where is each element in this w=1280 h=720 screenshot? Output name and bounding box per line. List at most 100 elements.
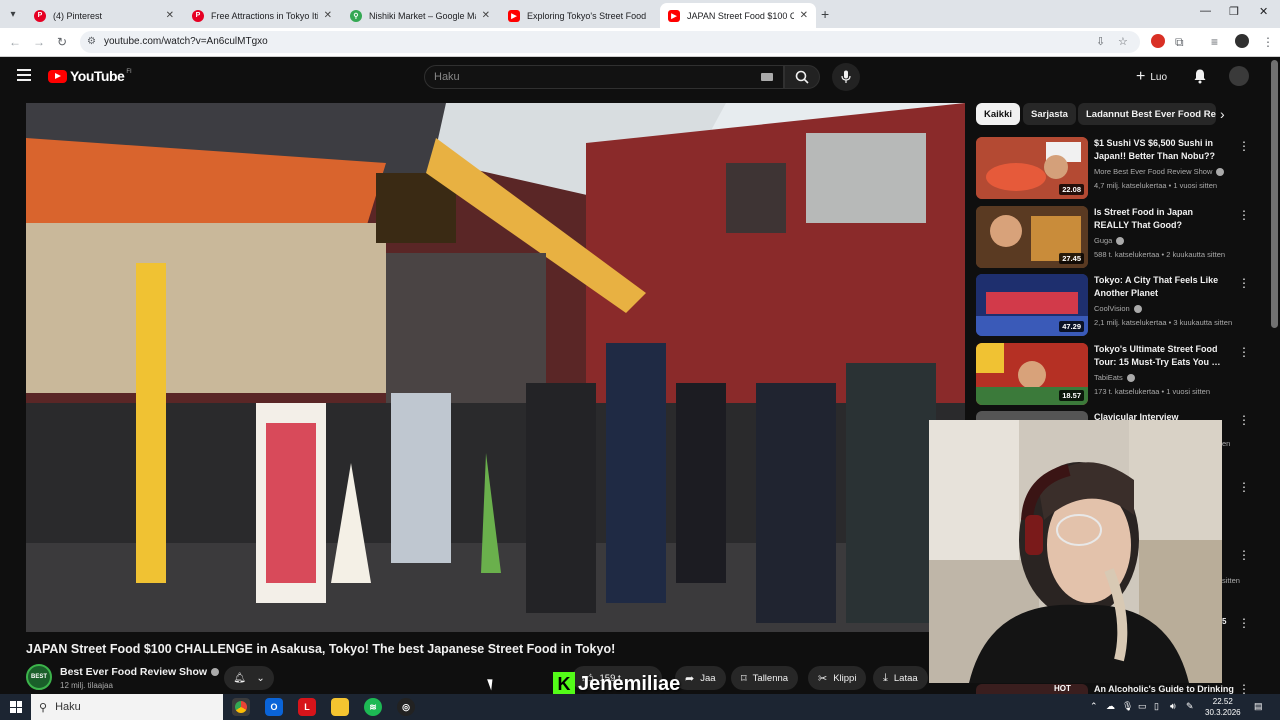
spotify-app-icon[interactable]: ≋ bbox=[364, 698, 382, 716]
save-label: Tallenna bbox=[752, 672, 789, 684]
notification-center-icon[interactable]: ▤ bbox=[1254, 701, 1263, 712]
more-options-icon[interactable]: ⋮ bbox=[1238, 480, 1250, 494]
video-thumbnail[interactable]: 47.29 bbox=[976, 274, 1088, 336]
network-icon[interactable]: ☁ bbox=[1106, 701, 1115, 712]
outlook-app-icon[interactable]: O bbox=[265, 698, 283, 716]
keyboard-icon[interactable] bbox=[761, 73, 773, 81]
recommendation-item[interactable]: 47.29 Tokyo: A City That Feels Like Anot… bbox=[976, 274, 1266, 336]
chip-uploaded-by[interactable]: Ladannut Best Ever Food Review Show bbox=[1078, 103, 1216, 125]
chevron-down-icon: ⌄ bbox=[256, 672, 265, 684]
download-button[interactable]: ⤓ Lataa bbox=[873, 666, 928, 690]
profile-avatar[interactable] bbox=[1235, 34, 1249, 48]
microphone-tray-icon[interactable]: 🎙︎ bbox=[1122, 701, 1133, 712]
extensions-puzzle-icon[interactable]: ⧉ bbox=[1175, 35, 1184, 50]
search-input[interactable] bbox=[434, 71, 734, 83]
display-icon[interactable]: ▭ bbox=[1138, 701, 1147, 712]
video-thumbnail[interactable]: 27.45 bbox=[976, 206, 1088, 268]
more-options-icon[interactable]: ⋮ bbox=[1238, 345, 1250, 359]
more-options-icon[interactable]: ⋮ bbox=[1238, 139, 1250, 153]
chip-all[interactable]: Kaikki bbox=[976, 103, 1020, 125]
back-icon[interactable]: ← bbox=[9, 35, 21, 49]
system-clock[interactable]: 22.52 30.3.2026 bbox=[1205, 696, 1241, 718]
more-options-icon[interactable]: ⋮ bbox=[1238, 616, 1250, 630]
site-info-icon[interactable]: ⚙ bbox=[87, 36, 96, 47]
video-thumbnail[interactable]: 22.08 bbox=[976, 137, 1088, 199]
recommendation-item[interactable]: 27.45 Is Street Food in Japan REALLY Tha… bbox=[976, 206, 1266, 268]
extension-icon[interactable] bbox=[1151, 34, 1165, 48]
address-bar[interactable]: ⚙ youtube.com/watch?v=An6culMTgxo ⇩ ☆ bbox=[80, 31, 1140, 53]
red-app-icon[interactable]: L bbox=[298, 698, 316, 716]
video-thumbnail[interactable]: HOT bbox=[976, 684, 1088, 694]
battery-icon[interactable]: ▯ bbox=[1154, 701, 1159, 712]
video-player[interactable] bbox=[26, 103, 965, 632]
notifications-button[interactable] bbox=[1192, 68, 1208, 89]
media-control-icon[interactable]: ≡ bbox=[1211, 35, 1218, 49]
taskbar: ⚲ Haku O L ≋ ◎ ⌃ ☁ 🎙︎ ▭ ▯ 🔊︎ ✎ 22.52 30.… bbox=[0, 694, 1280, 720]
close-tab-icon[interactable]: ✕ bbox=[800, 10, 808, 21]
chrome-app-icon[interactable] bbox=[232, 698, 250, 716]
chip-series[interactable]: Sarjasta bbox=[1023, 103, 1076, 125]
rec-title: Is Street Food in Japan REALLY That Good… bbox=[1094, 207, 1194, 230]
tab-nishiki-maps[interactable]: ⚲ Nishiki Market – Google Maps ✕ bbox=[342, 3, 498, 28]
recommendation-item[interactable]: 22.08 $1 Sushi VS $6,500 Sushi in Japan!… bbox=[976, 137, 1266, 199]
close-tab-icon[interactable]: ✕ bbox=[166, 10, 174, 21]
share-button[interactable]: ➦ Jaa bbox=[675, 666, 726, 690]
create-button[interactable]: + Luo bbox=[1130, 65, 1173, 89]
scrollbar[interactable] bbox=[1271, 60, 1278, 328]
tab-free-attractions[interactable]: P Free Attractions in Tokyo Itinera… ✕ bbox=[184, 3, 340, 28]
region-code: FI bbox=[126, 69, 132, 75]
rec-title: $1 Sushi VS $6,500 Sushi in Japan!! Bett… bbox=[1094, 138, 1215, 161]
rec-meta: 4,7 milj. katselukertaa • 1 vuosi sitten bbox=[1094, 181, 1218, 190]
reload-icon[interactable]: ↻ bbox=[57, 35, 67, 49]
pen-icon[interactable]: ✎ bbox=[1186, 701, 1194, 712]
save-button[interactable]: ⌑ Tallenna bbox=[731, 666, 799, 690]
close-tab-icon[interactable]: ✕ bbox=[324, 10, 332, 21]
verified-icon bbox=[1116, 237, 1125, 246]
volume-icon[interactable]: 🔊︎ bbox=[1170, 701, 1176, 712]
more-options-icon[interactable]: ⋮ bbox=[1238, 413, 1250, 427]
rec-channel-row: Guga bbox=[1094, 236, 1125, 246]
close-tab-icon[interactable]: ✕ bbox=[482, 10, 490, 21]
tab-exploring-tokyo[interactable]: ▶ Exploring Tokyo's Street Food W… bbox=[500, 3, 656, 28]
windows-start-icon[interactable] bbox=[10, 701, 22, 713]
file-explorer-icon[interactable] bbox=[331, 698, 349, 716]
tray-chevron-icon[interactable]: ⌃ bbox=[1090, 701, 1098, 712]
video-thumbnail[interactable]: 18.57 bbox=[976, 343, 1088, 405]
chevron-right-icon[interactable]: › bbox=[1220, 106, 1225, 122]
forward-icon[interactable]: → bbox=[33, 35, 45, 49]
youtube-logo[interactable]: YouTube FI bbox=[48, 68, 132, 84]
more-options-icon[interactable]: ⋮ bbox=[1238, 208, 1250, 222]
menu-icon[interactable] bbox=[17, 69, 31, 81]
minimize-icon[interactable]: — bbox=[1200, 5, 1211, 17]
voice-search-button[interactable] bbox=[832, 63, 860, 91]
obs-app-icon[interactable]: ◎ bbox=[397, 698, 415, 716]
channel-avatar[interactable]: BEST bbox=[26, 664, 52, 690]
account-avatar[interactable] bbox=[1229, 66, 1249, 86]
tab-search-icon[interactable]: ▾ bbox=[4, 5, 22, 23]
restore-icon[interactable]: ❐ bbox=[1229, 5, 1239, 18]
tab-japan-street-food[interactable]: ▶ JAPAN Street Food $100 CHALL… ✕ bbox=[660, 3, 816, 28]
video-title: JAPAN Street Food $100 CHALLENGE in Asak… bbox=[26, 642, 616, 656]
clip-button[interactable]: ✂ Klippi bbox=[808, 666, 867, 690]
rec-channel-row: CoolVision bbox=[1094, 304, 1142, 314]
youtube-header: YouTube FI + Luo bbox=[0, 57, 1280, 97]
more-options-icon[interactable]: ⋮ bbox=[1238, 548, 1250, 562]
subscribed-bell-button[interactable]: 🔔︎ ⌄ bbox=[224, 666, 274, 690]
bookmark-star-icon[interactable]: ☆ bbox=[1118, 35, 1128, 48]
tab-pinterest[interactable]: P (4) Pinterest ✕ bbox=[26, 3, 182, 28]
webcam-overlay bbox=[929, 420, 1222, 683]
install-app-icon[interactable]: ⇩ bbox=[1096, 35, 1105, 48]
new-tab-icon[interactable]: + bbox=[821, 6, 829, 22]
rec-title: Tokyo's Ultimate Street Food Tour: 15 Mu… bbox=[1094, 344, 1221, 367]
search-button[interactable] bbox=[784, 65, 820, 89]
channel-name-row[interactable]: Best Ever Food Review Show bbox=[60, 666, 220, 678]
chrome-menu-icon[interactable]: ⋮ bbox=[1262, 35, 1274, 49]
channel-name: Best Ever Food Review Show bbox=[60, 666, 208, 678]
taskbar-search[interactable]: ⚲ Haku bbox=[31, 694, 223, 720]
rec-channel: Guga bbox=[1094, 236, 1113, 245]
url-text: youtube.com/watch?v=An6culMTgxo bbox=[104, 36, 268, 47]
recommendation-item[interactable]: 18.57 Tokyo's Ultimate Street Food Tour:… bbox=[976, 343, 1266, 405]
video-duration: 18.57 bbox=[1059, 390, 1084, 401]
close-window-icon[interactable]: ✕ bbox=[1259, 5, 1268, 18]
more-options-icon[interactable]: ⋮ bbox=[1238, 276, 1250, 290]
